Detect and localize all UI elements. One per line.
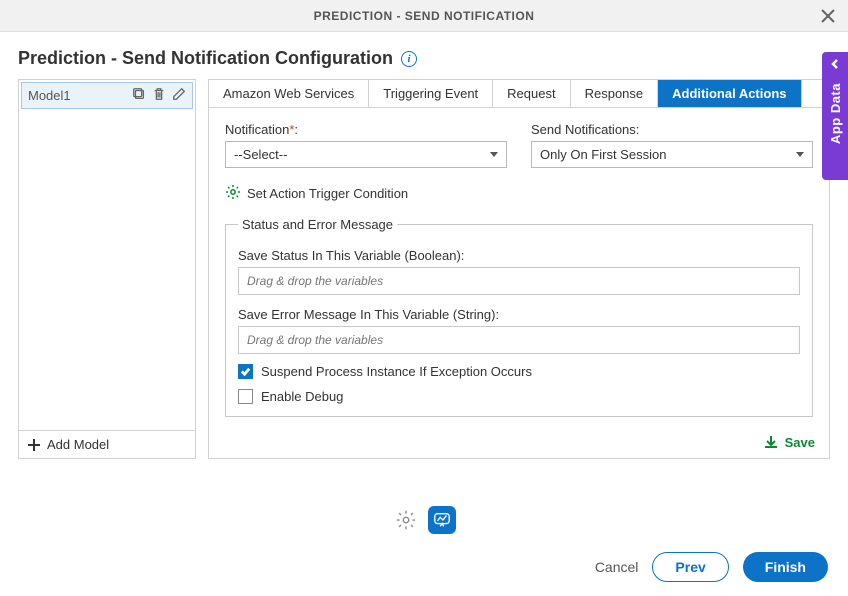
- panel-body: Notification*: --Select-- Send Notificat…: [209, 108, 829, 426]
- tab-request[interactable]: Request: [493, 80, 570, 107]
- prev-button[interactable]: Prev: [652, 552, 728, 582]
- suspend-label: Suspend Process Instance If Exception Oc…: [261, 364, 532, 379]
- save-label: Save: [785, 435, 815, 450]
- footer: Cancel Prev Finish: [0, 466, 848, 596]
- notification-field: Notification*: --Select--: [225, 122, 507, 168]
- sidebar-body: [19, 111, 195, 430]
- error-var-input[interactable]: [238, 326, 800, 354]
- page-header: Prediction - Send Notification Configura…: [0, 32, 848, 79]
- edit-icon[interactable]: [172, 87, 186, 104]
- chevron-down-icon: [796, 152, 804, 157]
- save-button[interactable]: Save: [209, 426, 829, 458]
- chevron-left-icon: [829, 58, 841, 73]
- copy-icon[interactable]: [132, 87, 146, 104]
- notification-select[interactable]: --Select--: [225, 141, 507, 168]
- tab-response[interactable]: Response: [571, 80, 659, 107]
- info-icon[interactable]: i: [401, 51, 417, 67]
- config-panel: Amazon Web Services Triggering Event Req…: [208, 79, 830, 459]
- trash-icon[interactable]: [152, 87, 166, 104]
- title-bar: PREDICTION - SEND NOTIFICATION: [0, 0, 848, 32]
- status-fieldset: Status and Error Message Save Status In …: [225, 217, 813, 417]
- chevron-down-icon: [490, 152, 498, 157]
- set-trigger-button[interactable]: Set Action Trigger Condition: [225, 184, 813, 203]
- tabs: Amazon Web Services Triggering Event Req…: [209, 80, 829, 108]
- notification-value: --Select--: [234, 147, 287, 162]
- cancel-button[interactable]: Cancel: [595, 559, 639, 575]
- settings-icon[interactable]: [392, 506, 420, 534]
- sidebar-item-label: Model1: [28, 88, 132, 103]
- notification-label: Notification*:: [225, 122, 507, 137]
- models-sidebar: Model1 Add Model: [18, 79, 196, 459]
- set-trigger-label: Set Action Trigger Condition: [247, 186, 408, 201]
- app-data-label: App Data: [828, 83, 843, 144]
- add-model-label: Add Model: [47, 437, 109, 452]
- tab-additional-actions[interactable]: Additional Actions: [658, 80, 801, 107]
- send-notifications-select[interactable]: Only On First Session: [531, 141, 813, 168]
- finish-button[interactable]: Finish: [743, 552, 828, 582]
- chart-chat-icon[interactable]: [428, 506, 456, 534]
- tab-aws[interactable]: Amazon Web Services: [209, 80, 369, 107]
- gear-icon: [225, 184, 241, 203]
- add-model-button[interactable]: Add Model: [19, 430, 195, 458]
- status-var-input[interactable]: [238, 267, 800, 295]
- debug-checkbox[interactable]: [238, 389, 253, 404]
- debug-label: Enable Debug: [261, 389, 343, 404]
- send-notifications-value: Only On First Session: [540, 147, 666, 162]
- send-notifications-field: Send Notifications: Only On First Sessio…: [531, 122, 813, 168]
- tab-triggering-event[interactable]: Triggering Event: [369, 80, 493, 107]
- status-var-label: Save Status In This Variable (Boolean):: [238, 248, 800, 263]
- close-icon[interactable]: [818, 6, 838, 26]
- page-title: Prediction - Send Notification Configura…: [18, 48, 393, 69]
- app-data-tab[interactable]: App Data: [822, 52, 848, 180]
- window-title: PREDICTION - SEND NOTIFICATION: [314, 9, 535, 23]
- sidebar-item-model1[interactable]: Model1: [21, 82, 193, 109]
- main-area: Model1 Add Model Amazon Web Services Tr: [0, 79, 848, 459]
- send-notifications-label: Send Notifications:: [531, 122, 813, 137]
- status-legend: Status and Error Message: [238, 217, 397, 232]
- error-var-label: Save Error Message In This Variable (Str…: [238, 307, 800, 322]
- suspend-checkbox[interactable]: [238, 364, 253, 379]
